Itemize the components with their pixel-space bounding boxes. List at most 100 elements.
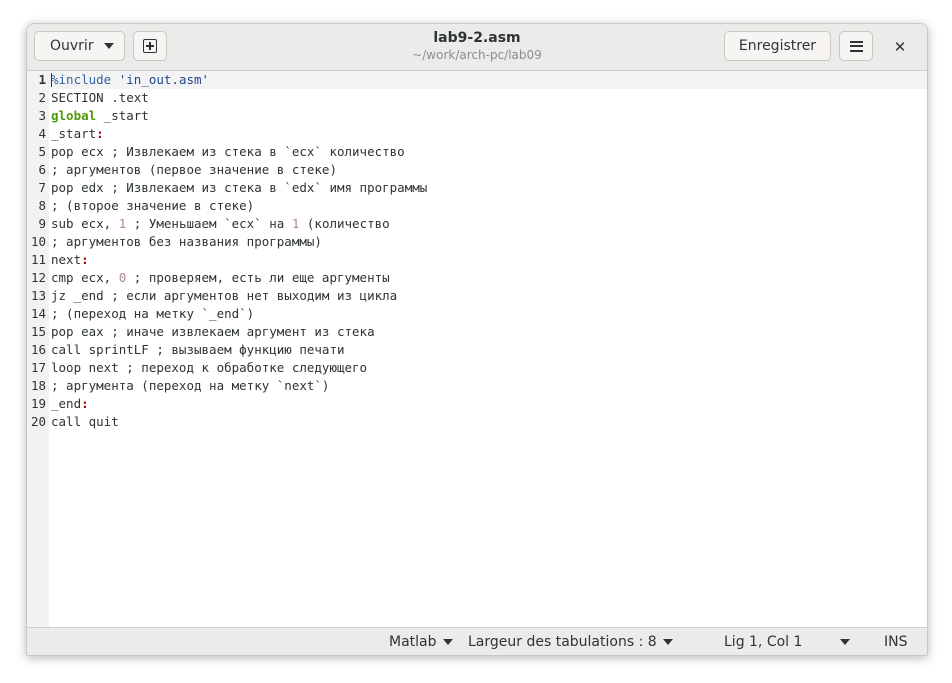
cursor-position-label: Lig 1, Col 1	[724, 634, 803, 650]
cursor-position-selector[interactable]: Lig 1, Col 1	[724, 633, 851, 651]
code-token: pop ecx ; Извлекаем из стека в `ecx` кол…	[51, 144, 405, 159]
code-line[interactable]: 3 global _start	[27, 107, 427, 125]
line-number: 18	[30, 378, 46, 393]
insert-mode-indicator[interactable]: INS	[884, 633, 908, 651]
code-token: call sprintLF ; вызываем функцию печати	[51, 342, 345, 357]
code-token: SECTION .text	[51, 90, 149, 105]
close-button[interactable]: ✕	[889, 36, 911, 58]
code-token: cmp ecx,	[51, 270, 119, 285]
code-text: loop next ; переход к обработке следующе…	[46, 359, 367, 377]
code-line[interactable]: 18 ; аргумента (переход на метку `next`)	[27, 377, 427, 395]
chevron-down-icon	[103, 43, 114, 49]
chevron-down-icon	[662, 639, 673, 645]
code-token: ; (переход на метку `_end`)	[51, 306, 255, 321]
code-text: %include 'in_out.asm'	[46, 71, 209, 89]
code-line[interactable]: 9 sub ecx, 1 ; Уменьшаем `ecx` на 1 (коли…	[27, 215, 427, 233]
open-button-label: Ouvrir	[50, 38, 94, 54]
code-line[interactable]: 12 cmp ecx, 0 ; проверяем, есть ли еще ар…	[27, 269, 427, 287]
document-path: ~/work/arch-pc/lab09	[412, 48, 542, 62]
code-token: ; аргументов (первое значение в стеке)	[51, 162, 337, 177]
text-editor[interactable]: 1 %include 'in_out.asm' 2 SECTION .text 3 glo…	[27, 71, 927, 627]
header-bar: Ouvrir lab9-2.asm ~/work/arch-pc/lab09 E…	[27, 24, 927, 71]
code-text: global _start	[46, 107, 149, 125]
code-text: cmp ecx, 0 ; проверяем, есть ли еще аргу…	[46, 269, 390, 287]
line-number: 15	[30, 324, 46, 339]
code-token: ; аргументов без названия программы)	[51, 234, 322, 249]
line-number: 4	[38, 126, 46, 141]
code-line[interactable]: 14 ; (переход на метку `_end`)	[27, 305, 427, 323]
code-lines[interactable]: 1 %include 'in_out.asm' 2 SECTION .text 3 glo…	[27, 71, 427, 431]
code-token: _start	[51, 126, 97, 141]
chevron-down-icon	[840, 639, 851, 645]
code-line[interactable]: 15 pop eax ; иначе извлекаем аргумент из …	[27, 323, 427, 341]
code-line[interactable]: 5 pop ecx ; Извлекаем из стека в `ecx` ко…	[27, 143, 427, 161]
code-token: :	[96, 126, 104, 141]
code-line[interactable]: 20 call quit	[27, 413, 427, 431]
code-token: _end	[51, 396, 82, 411]
code-line[interactable]: 4 _start:	[27, 125, 427, 143]
insert-mode-label: INS	[884, 634, 908, 650]
document-title: lab9-2.asm	[433, 30, 521, 46]
code-line[interactable]: 19 _end:	[27, 395, 427, 413]
code-token: next	[51, 252, 82, 267]
editor-window: Ouvrir lab9-2.asm ~/work/arch-pc/lab09 E…	[26, 23, 928, 656]
save-button[interactable]: Enregistrer	[724, 31, 831, 61]
tab-width-selector[interactable]: Largeur des tabulations : 8	[468, 633, 673, 651]
code-token: 'in_out.asm'	[118, 72, 210, 87]
text-cursor	[51, 73, 52, 87]
code-line[interactable]: 6 ; аргументов (первое значение в стеке)	[27, 161, 427, 179]
tab-width-label: Largeur des tabulations : 8	[468, 634, 657, 650]
code-text: pop eax ; иначе извлекаем аргумент из ст…	[46, 323, 375, 341]
code-text: ; (переход на метку `_end`)	[46, 305, 254, 323]
hamburger-menu-icon	[849, 40, 863, 52]
code-token: pop eax ; иначе извлекаем аргумент из ст…	[51, 324, 375, 339]
language-selector[interactable]: Matlab	[389, 633, 453, 651]
code-text: ; аргумента (переход на метку `next`)	[46, 377, 329, 395]
code-token: pop edx ; Извлекаем из стека в `edx` имя…	[51, 180, 428, 195]
code-line[interactable]: 16 call sprintLF ; вызываем функцию печат…	[27, 341, 427, 359]
code-text: next:	[46, 251, 89, 269]
code-text: pop edx ; Извлекаем из стека в `edx` имя…	[46, 179, 427, 197]
line-number: 13	[30, 288, 46, 303]
code-text: call sprintLF ; вызываем функцию печати	[46, 341, 345, 359]
line-number: 7	[38, 180, 46, 195]
line-number: 20	[30, 414, 46, 429]
line-number: 16	[30, 342, 46, 357]
code-line[interactable]: 7 pop edx ; Извлекаем из стека в `edx` им…	[27, 179, 427, 197]
code-line[interactable]: 11 next:	[27, 251, 427, 269]
code-line[interactable]: 10 ; аргументов без названия программы)	[27, 233, 427, 251]
code-line[interactable]: 2 SECTION .text	[27, 89, 427, 107]
line-number: 8	[38, 198, 46, 213]
code-token: global	[51, 108, 97, 123]
line-number: 14	[30, 306, 46, 321]
line-number: 9	[38, 216, 46, 231]
code-text: sub ecx, 1 ; Уменьшаем `ecx` на 1 (колич…	[46, 215, 390, 233]
code-text: _end:	[46, 395, 89, 413]
code-line[interactable]: 17 loop next ; переход к обработке следую…	[27, 359, 427, 377]
code-text: pop ecx ; Извлекаем из стека в `ecx` кол…	[46, 143, 405, 161]
code-token: %include	[51, 72, 112, 87]
code-token: ; (второе значение в стеке)	[51, 198, 255, 213]
code-token: ; Уменьшаем `ecx` на	[126, 216, 292, 231]
code-token: :	[81, 252, 89, 267]
code-text: ; (второе значение в стеке)	[46, 197, 254, 215]
new-tab-button[interactable]	[133, 31, 167, 61]
line-number: 2	[38, 90, 46, 105]
line-number: 11	[30, 252, 46, 267]
menu-button[interactable]	[839, 31, 873, 61]
code-text: _start:	[46, 125, 104, 143]
code-line[interactable]: 13 jz _end ; если аргументов нет выходим …	[27, 287, 427, 305]
line-number: 6	[38, 162, 46, 177]
code-text: ; аргументов без названия программы)	[46, 233, 322, 251]
code-token: sub ecx,	[51, 216, 119, 231]
line-number: 10	[30, 234, 46, 249]
line-number: 12	[30, 270, 46, 285]
code-token: (количество	[299, 216, 390, 231]
code-token: :	[81, 396, 89, 411]
code-line[interactable]: 8 ; (второе значение в стеке)	[27, 197, 427, 215]
open-button[interactable]: Ouvrir	[34, 31, 125, 61]
close-icon: ✕	[893, 38, 907, 56]
code-text: jz _end ; если аргументов нет выходим из…	[46, 287, 397, 305]
status-bar: Matlab Largeur des tabulations : 8 Lig 1…	[27, 627, 927, 655]
code-line[interactable]: 1 %include 'in_out.asm'	[27, 71, 427, 89]
